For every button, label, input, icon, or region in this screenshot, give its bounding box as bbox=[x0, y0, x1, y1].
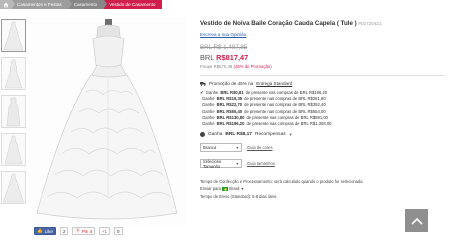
product-title-text: Vestido de Noiva Baile Coração Cauda Cap… bbox=[200, 20, 357, 27]
size-guide-link[interactable]: Guia tamanhos bbox=[247, 161, 275, 166]
thumbs-up-icon: 👍 bbox=[37, 228, 43, 233]
pinterest-button[interactable]: ⓟ Pin it bbox=[72, 227, 95, 235]
savings-percent: (45% de Promoção) bbox=[233, 64, 272, 69]
breadcrumb-item[interactable]: Casamento bbox=[68, 0, 108, 9]
facebook-like-button[interactable]: 👍 Like bbox=[34, 227, 56, 235]
standard-delivery-link[interactable]: Entrega Standard bbox=[256, 81, 292, 86]
breadcrumb-current[interactable]: Vestido de Casamento bbox=[104, 0, 163, 9]
savings-amount: Poupe R$670,38 bbox=[200, 64, 233, 69]
color-guide-link[interactable]: Guia de cores bbox=[247, 145, 273, 150]
savings-text: Poupe R$670,38 (45% de Promoção) bbox=[200, 64, 445, 69]
product-main-image[interactable] bbox=[31, 17, 186, 225]
plus-label: +1 bbox=[101, 228, 108, 234]
write-review-link[interactable]: Escreva a sua Opinião bbox=[200, 32, 445, 37]
like-label: Like bbox=[44, 228, 53, 234]
google-plus-button[interactable]: +1 bbox=[98, 227, 111, 235]
old-price: BRL R$ 1.487,85 bbox=[200, 44, 248, 51]
tier-amount: BRL R$196,20 bbox=[216, 121, 245, 127]
tier-text: de presente nas compras de BRL R$1.308,0… bbox=[246, 121, 332, 127]
rewards-row: Ganha BRL R$8,17 Recompensas ▼ bbox=[200, 132, 445, 138]
ship-to-country[interactable]: Brasil bbox=[229, 186, 239, 191]
rewards-prefix: Ganha bbox=[208, 132, 223, 138]
thumbnail[interactable] bbox=[1, 19, 26, 52]
size-select[interactable]: Selecione Tamanho ▼ bbox=[200, 158, 242, 169]
product-info-panel: Vestido de Noiva Baile Coração Cauda Cap… bbox=[200, 20, 445, 200]
truck-icon bbox=[200, 82, 206, 86]
ship-to-row: Enviar para Brasil ▼ bbox=[200, 185, 445, 193]
like-count: 2 bbox=[59, 227, 69, 235]
chevron-up-icon bbox=[410, 217, 423, 225]
breadcrumb-item[interactable]: Casamentos e Festas bbox=[12, 0, 72, 9]
home-icon bbox=[3, 2, 9, 7]
breadcrumb-label: Vestido de Casamento bbox=[109, 2, 156, 7]
thumbnail-list bbox=[1, 19, 27, 209]
product-title: Vestido de Noiva Baile Coração Cauda Cap… bbox=[200, 20, 445, 27]
chevron-down-icon: ▼ bbox=[235, 145, 239, 150]
promo-text: Promoção de 45% na bbox=[209, 81, 254, 86]
dress-thumbnail-image bbox=[3, 21, 24, 51]
product-page: Casamentos e Festas Casamento Vestido de… bbox=[0, 0, 450, 240]
breadcrumb-label: Casamentos e Festas bbox=[17, 2, 62, 7]
breadcrumb-home[interactable] bbox=[0, 0, 15, 9]
plus-count: 0 bbox=[114, 227, 123, 235]
price-currency: BRL bbox=[200, 53, 215, 62]
thumbnail[interactable] bbox=[1, 95, 26, 128]
size-select-value: Selecione Tamanho bbox=[203, 158, 222, 169]
color-row: Branca ▼ Guia de cores bbox=[200, 143, 445, 153]
gift-tiers-list: ✔ Ganhe BRL R$0,81 de presente nas compras … bbox=[200, 90, 445, 127]
price-value: R$817,47 bbox=[216, 53, 249, 62]
color-select-value: Branca bbox=[203, 145, 217, 151]
dress-thumbnail-image bbox=[6, 97, 21, 127]
coin-icon bbox=[200, 132, 205, 138]
tier-label: Ganhe bbox=[202, 121, 215, 127]
shipping-promo: Promoção de 45% na Entrega Standard bbox=[200, 81, 445, 86]
breadcrumb: Casamentos e Festas Casamento Vestido de… bbox=[0, 0, 163, 9]
back-to-top-button[interactable] bbox=[405, 209, 428, 232]
dress-thumbnail-image bbox=[3, 173, 24, 203]
divider bbox=[200, 75, 445, 76]
rewards-amount: BRL R$8,17 bbox=[225, 132, 252, 138]
chevron-down-icon: ▼ bbox=[235, 161, 239, 166]
dress-thumbnail-image bbox=[4, 135, 23, 165]
color-select[interactable]: Branca ▼ bbox=[200, 143, 242, 153]
thumbnail[interactable] bbox=[1, 171, 26, 204]
delivery-time: Tempo de Envio (Standard): 5-8 dias útei… bbox=[200, 194, 277, 200]
brazil-flag-icon bbox=[222, 187, 229, 192]
chevron-down-icon[interactable]: ▼ bbox=[289, 132, 293, 137]
breadcrumb-label: Casamento bbox=[73, 2, 98, 7]
size-row: Selecione Tamanho ▼ Guia tamanhos bbox=[200, 158, 445, 169]
rewards-suffix: Recompensas bbox=[254, 132, 286, 138]
social-share-bar: 👍 Like 2 ⓟ Pin it +1 0 bbox=[34, 227, 123, 235]
wedding-dress-image bbox=[36, 19, 178, 220]
ship-to-label: Enviar para bbox=[200, 186, 221, 192]
pin-label: Pin it bbox=[81, 228, 92, 234]
current-price: BRL R$817,47 bbox=[200, 53, 445, 62]
thumbnail[interactable] bbox=[1, 133, 26, 166]
shipping-info: Tempo de Confecção e Processamento: será… bbox=[200, 178, 445, 200]
pinterest-icon: ⓟ bbox=[75, 228, 80, 233]
chevron-down-icon[interactable]: ▼ bbox=[241, 187, 244, 191]
gift-tier: Ganhe BRL R$196,20 de presente nas compras… bbox=[200, 121, 445, 127]
dress-thumbnail-image bbox=[4, 59, 23, 89]
product-sku: #02720421 bbox=[358, 21, 382, 26]
processing-time: Tempo de Confecção e Processamento: será… bbox=[200, 179, 364, 185]
thumbnail[interactable] bbox=[1, 57, 26, 90]
